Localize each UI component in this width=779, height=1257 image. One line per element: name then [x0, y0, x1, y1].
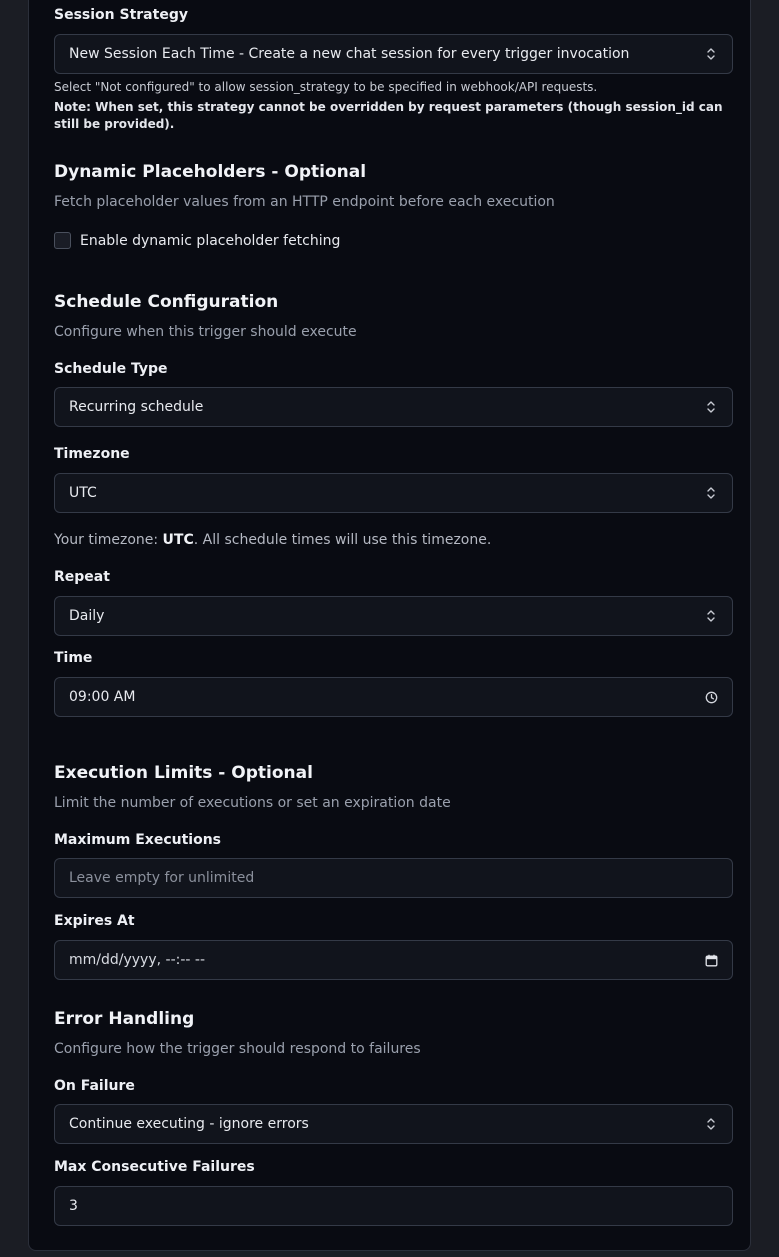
- execution-limits-desc: Limit the number of executions or set an…: [54, 795, 451, 811]
- chevron-up-down-icon: [704, 1117, 718, 1131]
- max-executions-label: Maximum Executions: [54, 832, 221, 848]
- timezone-value: UTC: [69, 485, 97, 501]
- dynamic-placeholders-checkbox-label: Enable dynamic placeholder fetching: [80, 232, 341, 249]
- session-strategy-select[interactable]: New Session Each Time - Create a new cha…: [54, 34, 733, 74]
- time-value: 09:00 AM: [69, 689, 136, 705]
- max-failures-value: 3: [69, 1198, 78, 1214]
- schedule-type-label: Schedule Type: [54, 361, 168, 377]
- dynamic-placeholders-title: Dynamic Placeholders - Optional: [54, 162, 367, 182]
- expires-at-placeholder: mm/dd/yyyy, --:-- --: [69, 952, 206, 968]
- max-failures-label: Max Consecutive Failures: [54, 1159, 255, 1175]
- trigger-form-panel: Session Strategy New Session Each Time -…: [28, 0, 751, 1251]
- clock-icon[interactable]: [704, 690, 718, 704]
- dynamic-placeholders-checkbox[interactable]: [54, 232, 71, 249]
- on-failure-label: On Failure: [54, 1078, 135, 1094]
- time-label: Time: [54, 650, 93, 666]
- max-executions-input[interactable]: Leave empty for unlimited: [54, 858, 733, 898]
- dynamic-placeholders-desc: Fetch placeholder values from an HTTP en…: [54, 194, 555, 210]
- repeat-label: Repeat: [54, 569, 110, 585]
- schedule-type-select[interactable]: Recurring schedule: [54, 387, 733, 427]
- max-executions-placeholder: Leave empty for unlimited: [69, 870, 255, 886]
- error-handling-desc: Configure how the trigger should respond…: [54, 1041, 421, 1057]
- max-failures-input[interactable]: 3: [54, 1186, 733, 1226]
- calendar-icon[interactable]: [704, 953, 718, 967]
- timezone-label: Timezone: [54, 446, 130, 462]
- chevron-up-down-icon: [704, 47, 718, 61]
- expires-at-label: Expires At: [54, 913, 135, 929]
- repeat-value: Daily: [69, 608, 105, 624]
- on-failure-value: Continue executing - ignore errors: [69, 1116, 309, 1132]
- schedule-config-title: Schedule Configuration: [54, 292, 279, 312]
- session-strategy-value: New Session Each Time - Create a new cha…: [69, 46, 630, 62]
- timezone-help-prefix: Your timezone:: [54, 532, 163, 548]
- error-handling-title: Error Handling: [54, 1009, 195, 1029]
- timezone-help-suffix: . All schedule times will use this timez…: [193, 532, 492, 548]
- chevron-up-down-icon: [704, 609, 718, 623]
- expires-at-input[interactable]: mm/dd/yyyy, --:-- --: [54, 940, 733, 980]
- session-strategy-note: Note: When set, this strategy cannot be …: [54, 100, 723, 131]
- dynamic-placeholders-toggle[interactable]: Enable dynamic placeholder fetching: [54, 232, 340, 249]
- timezone-help-value: UTC: [162, 532, 194, 548]
- timezone-help: Your timezone: UTC. All schedule times w…: [54, 532, 491, 548]
- schedule-config-desc: Configure when this trigger should execu…: [54, 324, 357, 340]
- schedule-type-value: Recurring schedule: [69, 399, 204, 415]
- execution-limits-title: Execution Limits - Optional: [54, 763, 313, 783]
- chevron-up-down-icon: [704, 400, 718, 414]
- timezone-select[interactable]: UTC: [54, 473, 733, 513]
- repeat-select[interactable]: Daily: [54, 596, 733, 636]
- on-failure-select[interactable]: Continue executing - ignore errors: [54, 1104, 733, 1144]
- session-strategy-label: Session Strategy: [54, 7, 188, 23]
- time-input[interactable]: 09:00 AM: [54, 677, 733, 717]
- session-strategy-help: Select "Not configured" to allow session…: [54, 80, 598, 94]
- chevron-up-down-icon: [704, 486, 718, 500]
